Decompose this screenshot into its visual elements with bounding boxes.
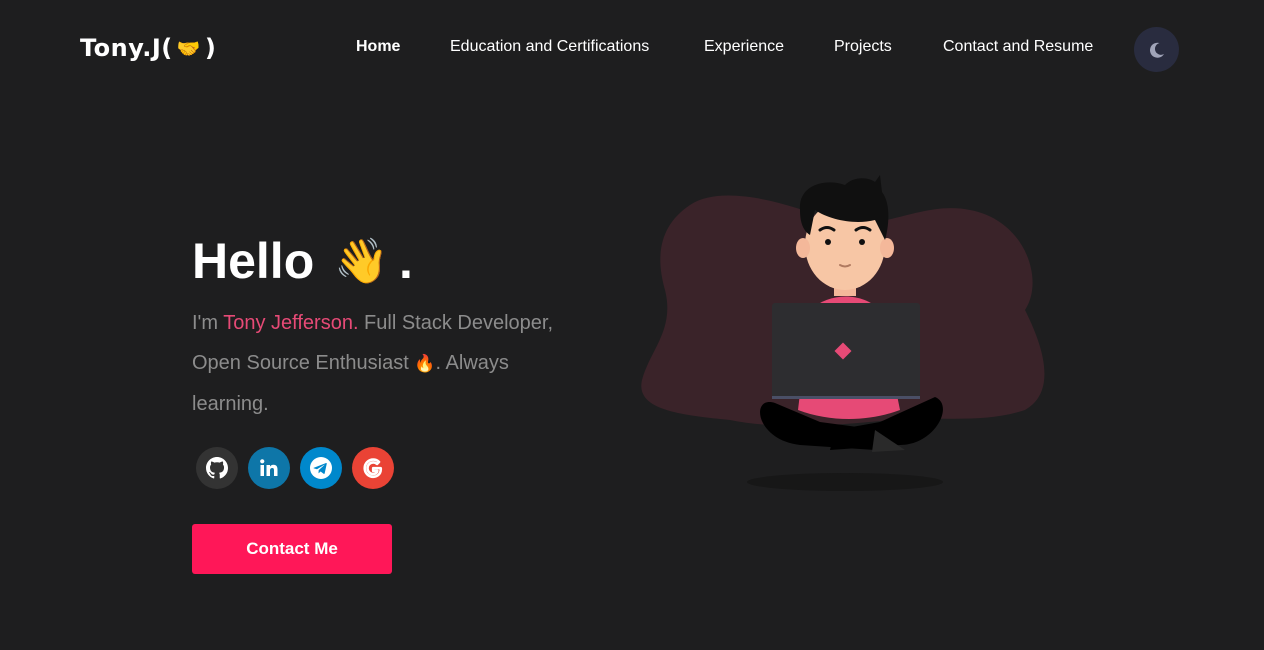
site-logo[interactable]: Tony.J ( 🤝 ) xyxy=(80,34,216,62)
contact-me-button[interactable]: Contact Me xyxy=(192,524,392,574)
telegram-link[interactable] xyxy=(300,447,342,489)
intro-name: Tony Jefferson. xyxy=(223,312,359,334)
nav-home[interactable]: Home xyxy=(356,38,400,56)
right-ear xyxy=(880,238,894,258)
moon-icon xyxy=(1149,42,1164,58)
nav-contact-resume[interactable]: Contact and Resume xyxy=(943,38,1093,56)
github-link[interactable] xyxy=(196,447,238,489)
linkedin-icon xyxy=(260,459,278,476)
nav-experience[interactable]: Experience xyxy=(704,38,784,56)
waving-hand-icon: 👋 xyxy=(334,237,390,286)
greeting-period: . xyxy=(399,233,413,289)
floor-shadow xyxy=(747,473,943,491)
hero-greeting: Hello 👋 . xyxy=(192,232,413,290)
nav-projects[interactable]: Projects xyxy=(834,38,892,56)
intro-prefix: I'm xyxy=(192,312,224,334)
logo-name: Tony.J xyxy=(80,34,162,62)
linkedin-link[interactable] xyxy=(248,447,290,489)
site-header: Tony.J ( 🤝 ) Home Education and Certific… xyxy=(0,0,1264,100)
hero-intro: I'm Tony Jefferson. Full Stack Developer… xyxy=(192,303,572,424)
handshake-icon: 🤝 xyxy=(176,37,201,60)
laptop-base xyxy=(772,396,920,399)
left-eye xyxy=(825,239,831,245)
telegram-icon xyxy=(310,457,332,479)
left-ear xyxy=(796,238,810,258)
theme-toggle-button[interactable] xyxy=(1134,27,1179,72)
github-icon xyxy=(206,457,228,479)
google-link[interactable] xyxy=(352,447,394,489)
social-links xyxy=(196,447,394,489)
developer-illustration xyxy=(641,175,1045,491)
logo-close-paren: ) xyxy=(204,34,217,62)
nav-education[interactable]: Education and Certifications xyxy=(450,38,649,56)
greeting-text: Hello xyxy=(192,233,315,289)
logo-open-paren: ( xyxy=(161,34,173,62)
fire-icon: 🔥 xyxy=(414,354,436,373)
google-icon xyxy=(363,458,383,479)
right-eye xyxy=(859,239,865,245)
